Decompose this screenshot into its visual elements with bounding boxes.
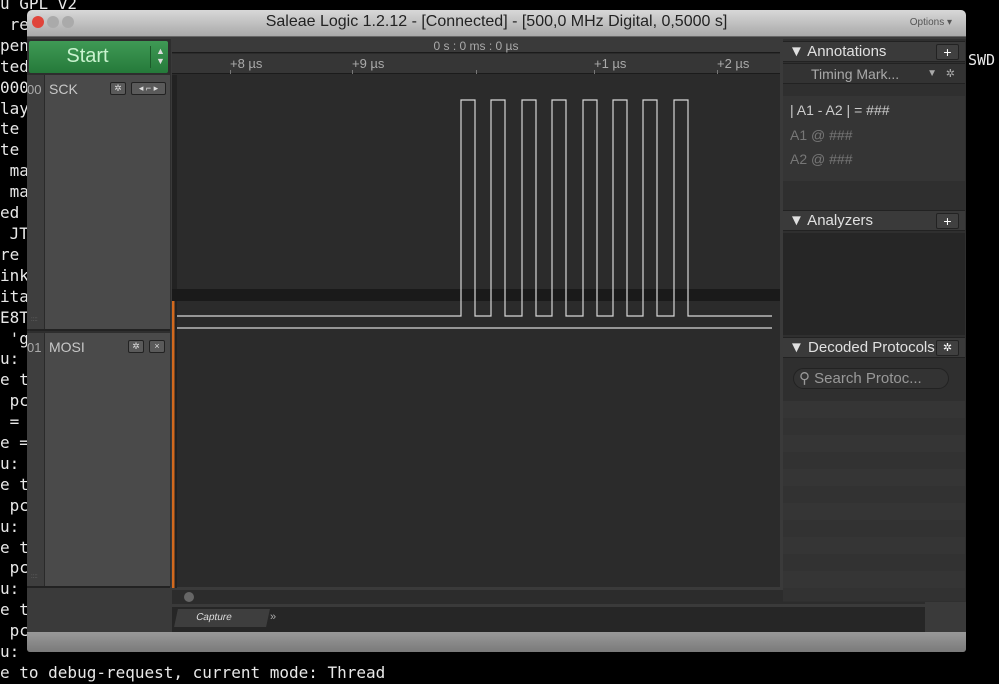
tick-label: +9 µs	[352, 56, 385, 71]
tab-capture[interactable]: Capture	[174, 609, 270, 627]
resize-grip-icon[interactable]: ::::	[31, 317, 38, 323]
terminal-line: e to debug-request, current mode: Thread	[0, 663, 386, 682]
timing-marker-row[interactable]: Timing Mark... ▼ ✲	[783, 63, 965, 84]
channel-name[interactable]: SCK	[49, 81, 78, 97]
start-options-icon[interactable]: ▲ ▼	[150, 46, 165, 68]
time-origin-label: 0 s : 0 ms : 0 µs	[172, 39, 780, 53]
close-icon[interactable]: ×	[149, 340, 165, 353]
add-annotation-button[interactable]: +	[936, 44, 959, 60]
trigger-buttons[interactable]: ◂ ⌐ ▸	[131, 82, 166, 95]
resize-grip-icon[interactable]: ::::	[31, 574, 38, 580]
timeline-panel[interactable]: 0 s : 0 ms : 0 µs +8 µs +9 µs +1 µs +2 µ…	[172, 39, 925, 632]
waveform-area[interactable]	[172, 75, 780, 588]
title-bar: Saleae Logic 1.2.12 - [Connected] - [500…	[27, 10, 966, 37]
search-icon: ⚲	[799, 370, 815, 387]
saleae-window: Saleae Logic 1.2.12 - [Connected] - [500…	[27, 10, 966, 652]
timing-marker-label: Timing Mark...	[811, 66, 900, 82]
scrollbar-thumb[interactable]	[184, 592, 194, 602]
side-panel: ▼ Annotations + Timing Mark... ▼ ✲ | A1 - A…	[783, 39, 966, 602]
capture-label: Capture	[194, 612, 233, 623]
channel-number: 01	[27, 333, 45, 586]
analyzers-title: ▼ Analyzers	[789, 212, 874, 229]
tick-label: +8 µs	[230, 56, 263, 71]
gear-icon[interactable]: ✲	[110, 82, 126, 95]
channel-mosi: 01 MOSI ✲ × ::::	[27, 333, 170, 588]
decoded-protocols-header[interactable]: ▼ Decoded Protocols ✲	[783, 337, 965, 358]
channel-sck: 00 SCK ✲ ◂ ⌐ ▸ ::::	[27, 75, 170, 331]
marker-difference: | A1 - A2 | = ###	[790, 102, 890, 118]
analyzers-header[interactable]: ▼ Analyzers +	[783, 210, 965, 231]
decoded-title: ▼ Decoded Protocols	[789, 339, 935, 356]
options-menu[interactable]: Options ▾	[910, 17, 952, 28]
tick-label: +2 µs	[717, 56, 750, 71]
gear-icon[interactable]: ✲	[936, 340, 959, 356]
marker-a2: A2 @ ###	[790, 151, 853, 167]
annotation-values: | A1 - A2 | = ### A1 @ ### A2 @ ###	[783, 96, 965, 181]
start-button[interactable]: Start ▲ ▼	[29, 41, 168, 73]
gear-icon[interactable]: ✲	[128, 340, 144, 353]
protocol-search-input[interactable]: ⚲ Search Protoc...	[793, 368, 949, 389]
status-bar	[27, 632, 966, 652]
time-ruler[interactable]: +8 µs +9 µs +1 µs +2 µs	[172, 54, 780, 74]
tab-more[interactable]: »	[270, 611, 276, 623]
decoded-list	[783, 401, 965, 601]
tick-label: +1 µs	[594, 56, 627, 71]
search-placeholder: Search Protoc...	[814, 370, 922, 387]
annotations-header[interactable]: ▼ Annotations +	[783, 41, 965, 62]
sck-waveform	[177, 99, 772, 317]
start-label: Start	[66, 45, 109, 67]
terminal-text-right: SWD	[968, 51, 996, 69]
gear-icon: ✲	[945, 68, 955, 80]
dropdown-icon: ▼	[927, 68, 937, 79]
marker-a1: A1 @ ###	[790, 127, 853, 143]
add-analyzer-button[interactable]: +	[936, 213, 959, 229]
channel-number: 00	[27, 75, 45, 329]
window-title: Saleae Logic 1.2.12 - [Connected] - [500…	[265, 13, 728, 30]
annotations-title: ▼ Annotations	[789, 43, 887, 60]
channel-name[interactable]: MOSI	[49, 339, 85, 355]
bottom-tab-bar: Capture »	[172, 607, 925, 632]
channel-panel: Start ▲ ▼ 00 SCK ✲ ◂ ⌐ ▸ :::: 01 MOSI ✲ ×…	[27, 39, 171, 588]
